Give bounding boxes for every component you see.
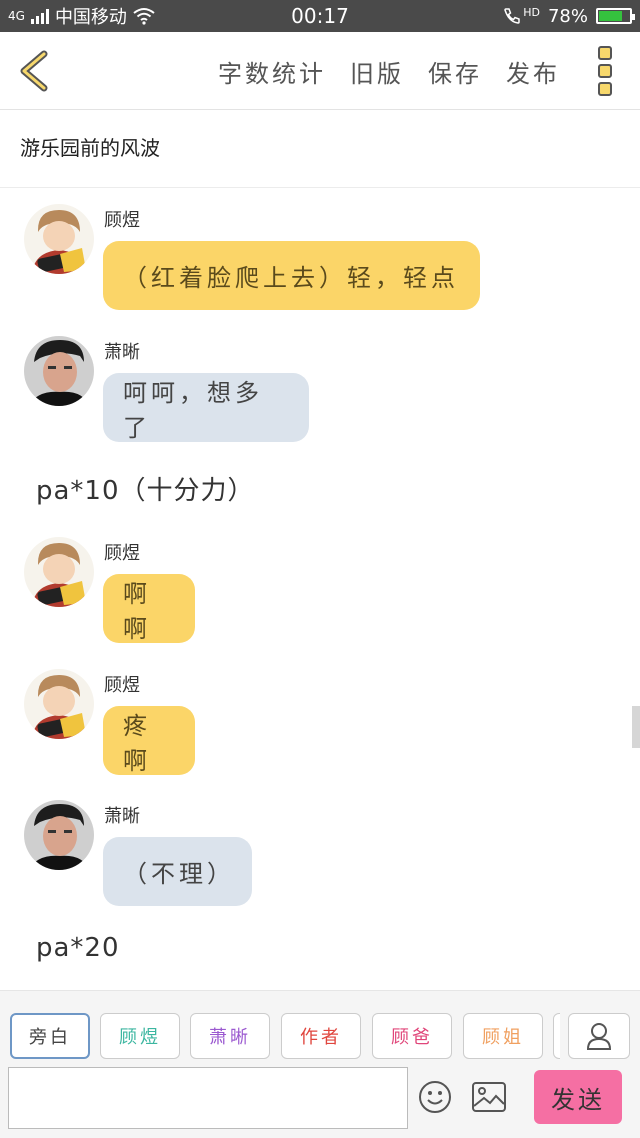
role-tabs: 旁白 顾煜 萧晰 作者 顾爸 顾姐: [0, 1013, 560, 1061]
scrollbar-thumb[interactable]: [632, 706, 640, 748]
sender-name: 萧晰: [104, 342, 140, 363]
role-tab-guyu[interactable]: 顾煜: [100, 1013, 180, 1059]
sender-name: 顾煜: [104, 675, 140, 696]
header-actions: 字数统计 旧版 保存 发布: [218, 32, 560, 110]
role-tab-partial[interactable]: [553, 1013, 560, 1059]
role-tab-sister[interactable]: 顾姐: [463, 1013, 543, 1059]
avatar-guyu[interactable]: [24, 204, 94, 274]
emoji-icon[interactable]: [418, 1080, 452, 1114]
message-item: 顾煜 啊啊: [0, 537, 640, 647]
avatar-xiaoxi[interactable]: [24, 336, 94, 406]
role-tab-xiaoxi[interactable]: 萧晰: [190, 1013, 270, 1059]
battery-percent: 78%: [547, 5, 588, 27]
send-button[interactable]: 发送: [534, 1070, 622, 1124]
role-tab-author[interactable]: 作者: [281, 1013, 361, 1059]
add-role-button[interactable]: [568, 1013, 630, 1059]
avatar-guyu[interactable]: [24, 669, 94, 739]
sender-name: 顾煜: [104, 543, 140, 564]
status-bar: 4G 中国移动 00:17 HD 78%: [0, 0, 640, 32]
hd-badge: HD: [523, 5, 540, 19]
role-tab-narrator[interactable]: 旁白: [10, 1013, 90, 1059]
narration-text[interactable]: pa*10（十分力）: [36, 470, 255, 507]
message-item: 萧晰 （不理）: [0, 800, 640, 910]
image-icon[interactable]: [472, 1082, 506, 1112]
narration-text[interactable]: pa*20: [36, 933, 120, 963]
word-count-button[interactable]: 字数统计: [218, 54, 326, 89]
user-icon: [586, 1023, 612, 1050]
photo-avatar-icon: [24, 800, 94, 870]
story-title[interactable]: 游乐园前的风波: [0, 110, 640, 188]
message-bubble[interactable]: （红着脸爬上去）轻，轻点: [103, 241, 480, 310]
message-item: 顾煜 疼啊: [0, 669, 640, 779]
call-icon: [504, 8, 520, 24]
role-tab-dad[interactable]: 顾爸: [372, 1013, 452, 1059]
photo-avatar-icon: [24, 336, 94, 406]
status-right: HD 78%: [503, 0, 635, 32]
sender-name: 顾煜: [104, 210, 140, 231]
cartoon-avatar-icon: [24, 204, 94, 274]
editor-header: 字数统计 旧版 保存 发布: [0, 32, 640, 110]
cartoon-avatar-icon: [24, 669, 94, 739]
cartoon-avatar-icon: [24, 537, 94, 607]
avatar-xiaoxi[interactable]: [24, 800, 94, 870]
message-item: 萧晰 呵呵，想多了: [0, 336, 640, 446]
message-input[interactable]: [8, 1067, 408, 1129]
battery-icon: [596, 8, 635, 24]
save-button[interactable]: 保存: [428, 54, 482, 89]
message-bubble[interactable]: 啊啊: [103, 574, 195, 643]
avatar-guyu[interactable]: [24, 537, 94, 607]
old-version-button[interactable]: 旧版: [350, 54, 404, 89]
more-menu-icon[interactable]: [598, 46, 614, 96]
sender-name: 萧晰: [104, 806, 140, 827]
message-bubble[interactable]: 疼啊: [103, 706, 195, 775]
message-bubble[interactable]: 呵呵，想多了: [103, 373, 309, 442]
message-item: 顾煜 （红着脸爬上去）轻，轻点: [0, 204, 640, 314]
message-bubble[interactable]: （不理）: [103, 837, 252, 906]
back-chevron-icon[interactable]: [16, 50, 52, 92]
publish-button[interactable]: 发布: [506, 54, 560, 89]
